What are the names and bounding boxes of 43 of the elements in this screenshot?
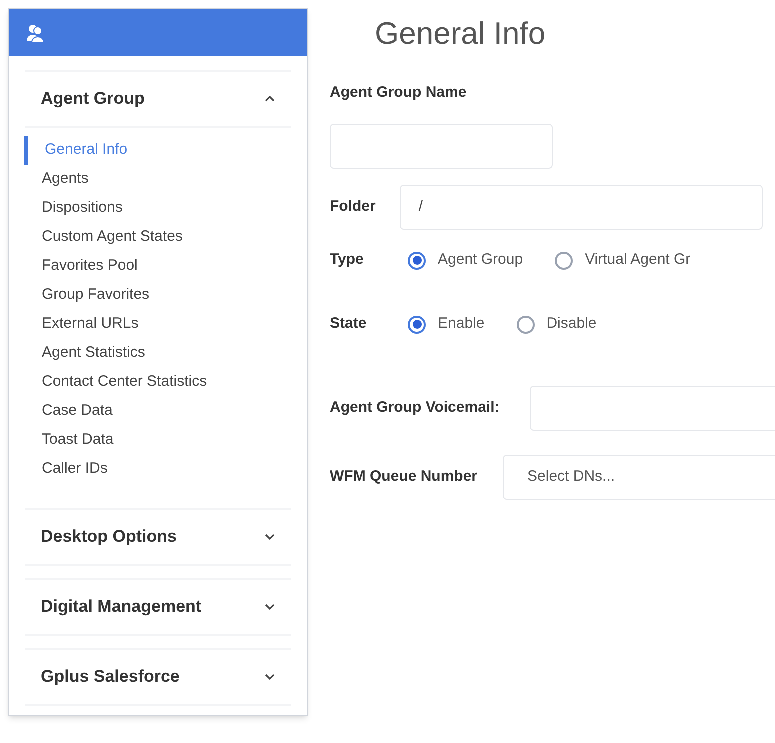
section-header[interactable]: Desktop Options [25, 510, 291, 566]
nav-item[interactable]: Caller IDs [25, 455, 291, 484]
field-label: Type [330, 250, 365, 270]
text-field[interactable] [330, 124, 553, 168]
text-field[interactable]: / [400, 184, 763, 230]
chevron-up-icon [265, 96, 275, 102]
nav-item[interactable]: Agent Statistics [25, 339, 291, 368]
radio-button[interactable] [555, 252, 574, 270]
nav-item[interactable]: Group Favorites [25, 281, 291, 310]
section-title: Gplus Salesforce [41, 666, 180, 688]
nav-item[interactable]: External URLs [25, 310, 291, 339]
select-field[interactable]: Select DNs... [502, 454, 775, 500]
radio-option[interactable]: Agent Group [408, 249, 524, 272]
field-label: State [330, 314, 368, 334]
section-header[interactable]: Gplus Salesforce [25, 650, 291, 706]
section-title: Desktop Options [41, 526, 178, 548]
chevron-down-icon [265, 604, 275, 610]
field-label: Agent Group Name [330, 83, 468, 103]
radio-option[interactable]: Enable [408, 313, 485, 336]
section-title: Agent Group [41, 88, 145, 110]
radio-button[interactable] [408, 316, 426, 334]
nav-item[interactable]: Toast Data [25, 426, 291, 455]
nav-item[interactable]: Agents [25, 165, 291, 194]
page-title: General Info [375, 15, 547, 53]
chevron-down-icon [265, 534, 275, 540]
field-label: Agent Group Voicemail: [330, 398, 500, 418]
nav-item[interactable]: Dispositions [25, 194, 291, 223]
nav-item[interactable]: Favorites Pool [25, 252, 291, 281]
nav-item[interactable]: Contact Center Statistics [25, 368, 291, 397]
radio-option[interactable]: Virtual Agent Gr [555, 249, 691, 272]
text-field[interactable] [530, 386, 775, 430]
radio-option[interactable]: Disable [516, 313, 597, 336]
field-label: Folder [330, 196, 376, 217]
radio-button[interactable] [408, 252, 426, 270]
section-header[interactable]: Agent Group [25, 72, 291, 128]
section-title: Digital Management [41, 596, 202, 618]
nav-item[interactable]: Case Data [25, 397, 291, 426]
nav-item[interactable]: Custom Agent States [25, 223, 291, 252]
chevron-down-icon [265, 674, 275, 680]
radio-button[interactable] [516, 316, 535, 334]
nav-item[interactable]: General Info [24, 136, 291, 165]
field-label: WFM Queue Number [330, 466, 478, 487]
section-header[interactable]: Digital Management [25, 580, 291, 636]
